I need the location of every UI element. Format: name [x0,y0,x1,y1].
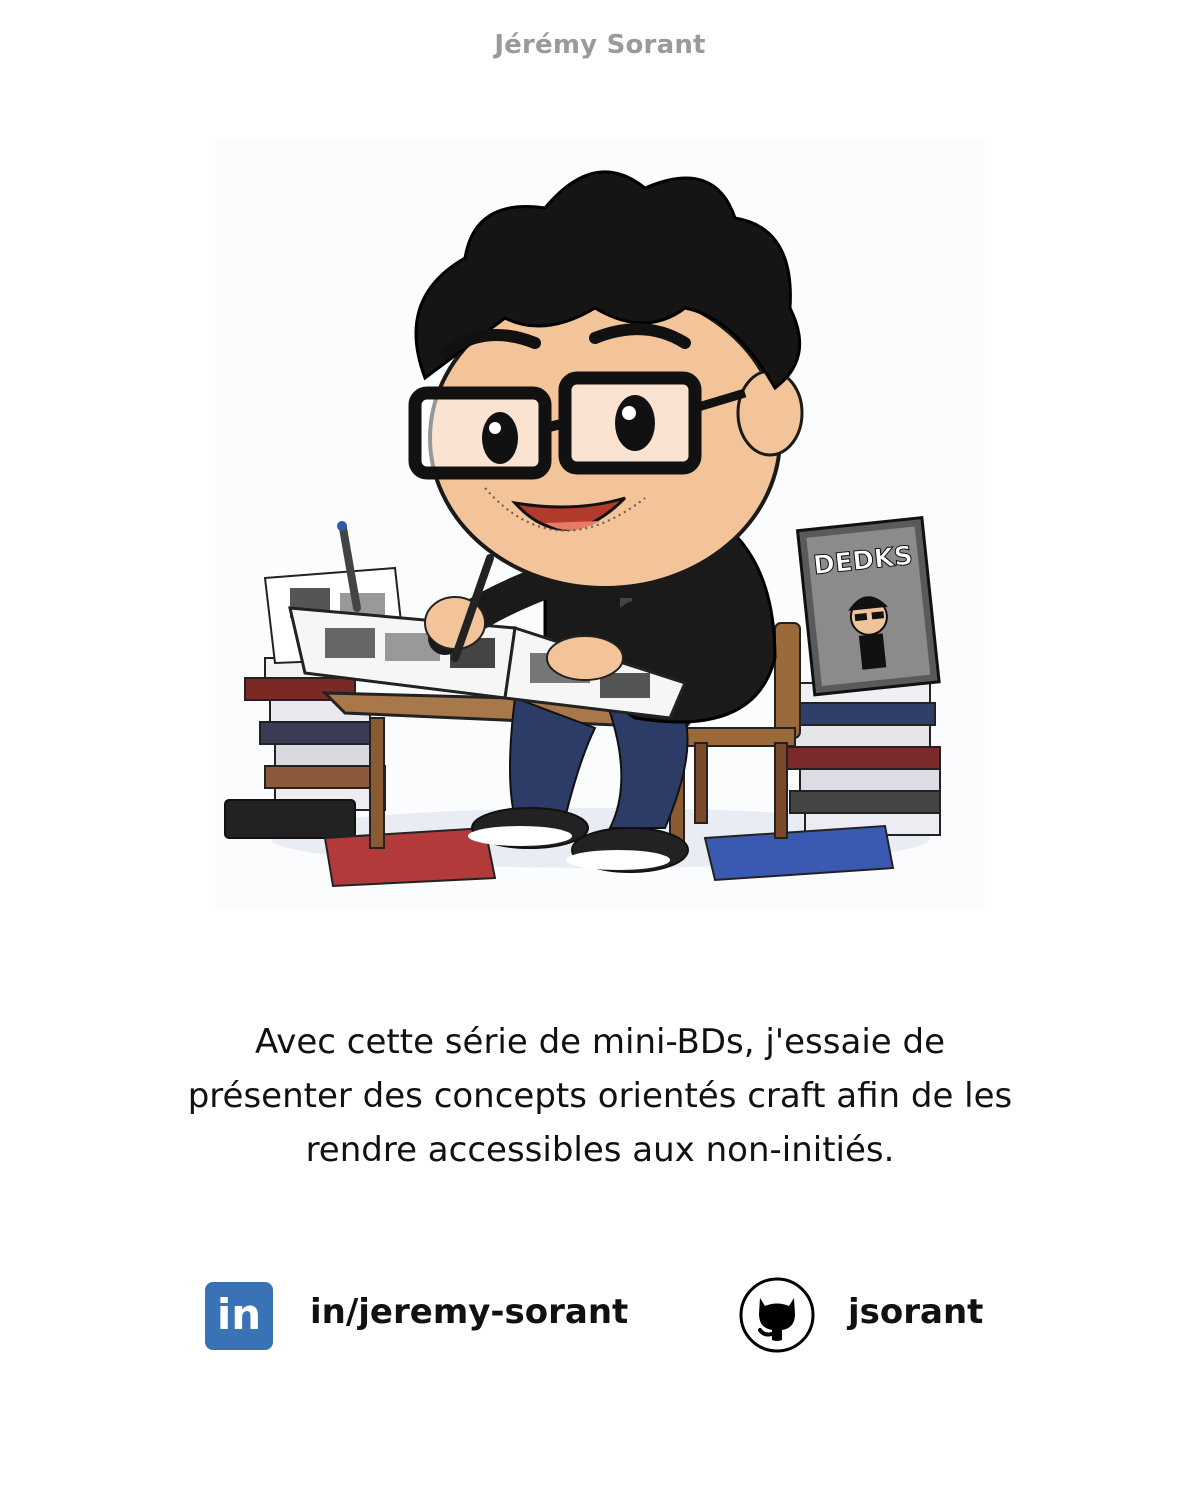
linkedin-icon-text: in [216,1290,262,1339]
description-text: Avec cette série de mini-BDs, j'essaie d… [150,1015,1050,1177]
right-book-stack [784,682,941,836]
github-handle-link[interactable]: jsorant [848,1292,983,1332]
linkedin-icon[interactable]: in [205,1282,273,1350]
author-name: Jérémy Sorant [494,30,706,60]
social-links: in in/jeremy-sorant jsorant [0,1276,1200,1356]
cartoon-illustration: DEDKS [215,138,985,910]
github-icon[interactable] [738,1276,816,1354]
description-line-1: Avec cette série de mini-BDs, j'essaie d… [255,1022,945,1062]
linkedin-handle-link[interactable]: in/jeremy-sorant [310,1292,628,1332]
description-line-3: rendre accessibles aux non-initiés. [305,1130,895,1170]
description-line-2: présenter des concepts orientés craft af… [187,1076,1013,1116]
comic-cover: DEDKS [795,516,941,697]
